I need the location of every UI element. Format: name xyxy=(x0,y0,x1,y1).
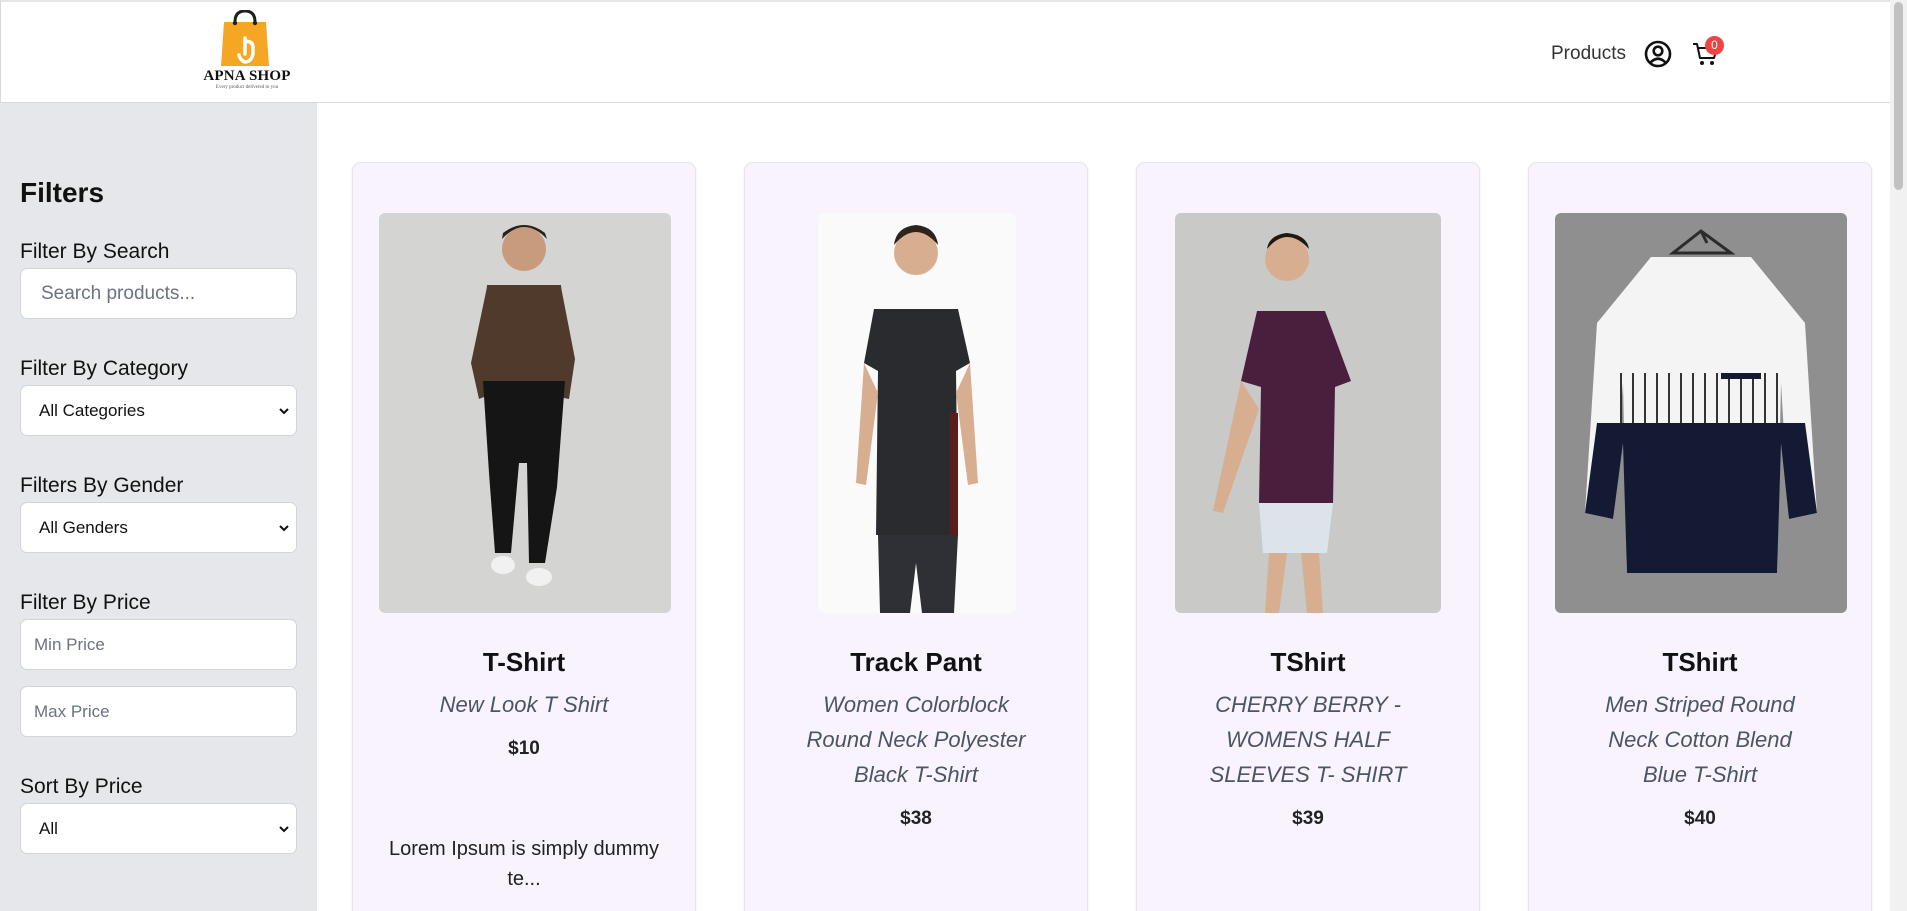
min-price-box xyxy=(20,619,297,670)
cart-count-badge: 0 xyxy=(1704,36,1724,55)
product-description: New Look T Shirt xyxy=(439,692,609,717)
product-description: Men Striped Round Neck Cotton Blend Blue… xyxy=(1605,692,1795,787)
logo-tagline: Every product delivered to you xyxy=(215,85,279,90)
user-circle-icon[interactable] xyxy=(1644,40,1672,68)
scrollbar-thumb[interactable] xyxy=(1894,2,1903,190)
product-image[interactable] xyxy=(1175,213,1441,613)
product-name: Track Pant xyxy=(850,647,982,677)
page-scrollbar[interactable] xyxy=(1890,0,1907,911)
product-name: TShirt xyxy=(1662,647,1738,677)
category-filter-label: Filter By Category xyxy=(20,357,189,380)
nav-products-link[interactable]: Products xyxy=(1551,43,1626,65)
max-price-input[interactable] xyxy=(21,687,296,736)
product-card[interactable]: TShirt Men Striped Round Neck Cotton Ble… xyxy=(1528,162,1872,911)
product-price: $38 xyxy=(900,808,932,829)
gender-select-value: All Genders xyxy=(39,517,128,537)
product-image[interactable] xyxy=(1555,213,1847,613)
search-filter-box xyxy=(20,268,297,319)
category-select-value: All Categories xyxy=(39,400,145,420)
product-description: CHERRY BERRY - WOMENS HALF SLEEVES T- SH… xyxy=(1209,692,1407,787)
product-extra-text: Lorem Ipsum is simply dummy te... xyxy=(388,838,660,890)
filters-sidebar: Filters Filter By Search Filter By Categ… xyxy=(0,103,317,911)
logo-name: APNA SHOP xyxy=(203,68,291,84)
max-price-box xyxy=(20,686,297,737)
chevron-down-icon xyxy=(279,825,289,832)
filters-title: Filters xyxy=(20,177,105,208)
product-description: Women Colorblock Round Neck Polyester Bl… xyxy=(806,692,1026,787)
shopping-bag-logo xyxy=(221,10,269,66)
min-price-input[interactable] xyxy=(21,620,296,669)
top-navbar: APNA SHOP Every product delivered to you… xyxy=(0,0,1903,103)
sort-select-value: All xyxy=(39,818,58,838)
product-card[interactable]: Track Pant Women Colorblock Round Neck P… xyxy=(744,162,1088,911)
product-name: T-Shirt xyxy=(482,647,566,677)
nav-links: Products 0 xyxy=(1551,36,1724,70)
chevron-down-icon xyxy=(279,407,289,414)
gender-select[interactable]: All Genders xyxy=(20,502,297,553)
apna-shop-logo[interactable]: APNA SHOP Every product delivered to you xyxy=(201,8,293,96)
product-image[interactable] xyxy=(818,213,1016,613)
sort-filter-label: Sort By Price xyxy=(20,775,143,798)
search-input[interactable] xyxy=(21,269,296,318)
search-filter-label: Filter By Search xyxy=(20,240,170,263)
cart-button[interactable]: 0 xyxy=(1692,36,1724,68)
product-price: $10 xyxy=(508,738,540,759)
product-name: TShirt xyxy=(1270,647,1346,677)
product-price: $39 xyxy=(1292,808,1324,829)
price-filter-label: Filter By Price xyxy=(20,591,151,614)
chevron-down-icon xyxy=(279,524,289,531)
category-select[interactable]: All Categories xyxy=(20,385,297,436)
product-card[interactable]: TShirt CHERRY BERRY - WOMENS HALF SLEEVE… xyxy=(1136,162,1480,911)
product-image[interactable] xyxy=(379,213,671,613)
product-price: $40 xyxy=(1684,808,1716,829)
gender-filter-label: Filters By Gender xyxy=(20,474,184,497)
sort-select[interactable]: All xyxy=(20,803,297,854)
product-card[interactable]: T-Shirt New Look T Shirt $10 Lorem Ipsum… xyxy=(352,162,696,911)
